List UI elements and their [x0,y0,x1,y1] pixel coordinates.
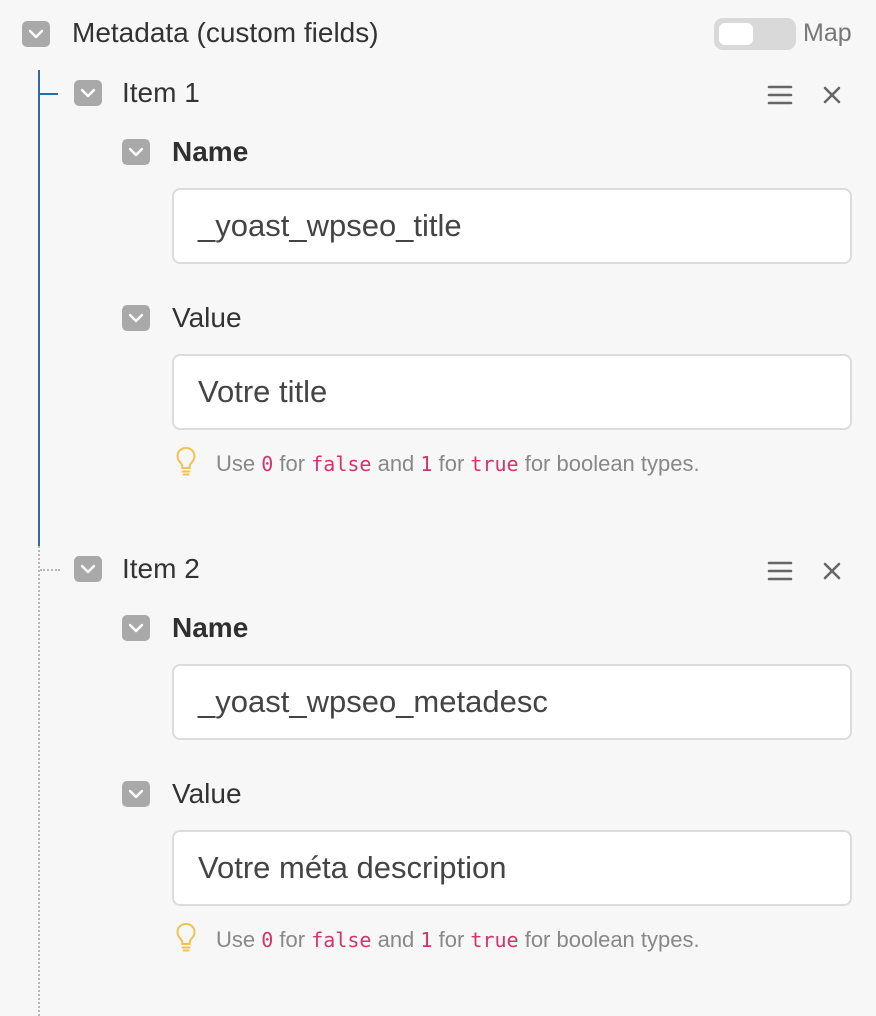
hint-code-false: false [311,928,372,952]
hint-text: for [279,451,306,476]
item-2-name-collapse-toggle[interactable] [122,615,150,641]
chevron-down-icon [81,88,95,98]
hint-text: and [377,451,415,476]
drag-handle-icon[interactable] [765,80,795,110]
item-2-boolean-hint: Use 0 for false and 1 for true for boole… [216,927,700,953]
item-2-value-input[interactable]: Votre méta description [172,830,852,906]
tree-branch-active [40,93,58,95]
map-toggle-label: Map [803,19,852,47]
item-1-label: Item 1 [122,77,200,108]
item-2-label: Item 2 [122,553,200,584]
hint-text: and [377,927,415,952]
hint-code-zero: 0 [261,928,274,952]
hint-text: Use [216,927,256,952]
close-icon[interactable] [817,556,847,586]
chevron-down-icon [29,29,43,39]
item-1-collapse-toggle[interactable] [74,80,102,106]
item-2-collapse-toggle[interactable] [74,556,102,582]
toggle-knob [719,23,753,45]
item-1-value-collapse-toggle[interactable] [122,305,150,331]
hint-text: for [279,927,306,952]
map-toggle[interactable] [714,18,796,50]
item-1-value-label: Value [172,302,242,333]
hint-code-one: 1 [420,928,433,952]
section-title: Metadata (custom fields) [72,17,379,48]
metadata-collapse-toggle[interactable] [22,21,50,47]
item-1-boolean-hint: Use 0 for false and 1 for true for boole… [216,451,700,477]
item-2-name-label: Name [172,612,249,643]
tree-branch [40,569,60,571]
item-1-name-collapse-toggle[interactable] [122,139,150,165]
chevron-down-icon [129,313,143,323]
item-2-value-label: Value [172,778,242,809]
chevron-down-icon [129,789,143,799]
hint-text: Use [216,451,256,476]
hint-text: for boolean types. [524,927,700,952]
hint-text: for boolean types. [524,451,700,476]
tree-line [38,546,40,1016]
hint-text: for [438,451,465,476]
close-icon[interactable] [817,80,847,110]
hint-text: for [438,927,465,952]
item-1-name-input[interactable]: _yoast_wpseo_title [172,188,852,264]
hint-code-true: true [470,928,519,952]
hint-code-true: true [470,452,519,476]
chevron-down-icon [81,564,95,574]
tree-line-active [38,70,40,546]
lightbulb-icon [176,922,196,952]
metadata-panel: Metadata (custom fields) Map Item 1 Name… [0,0,876,1016]
item-1-value-input[interactable]: Votre title [172,354,852,430]
drag-handle-icon[interactable] [765,556,795,586]
hint-code-zero: 0 [261,452,274,476]
lightbulb-icon [176,446,196,476]
hint-code-false: false [311,452,372,476]
item-1-name-label: Name [172,136,249,167]
item-2-name-input[interactable]: _yoast_wpseo_metadesc [172,664,852,740]
hint-code-one: 1 [420,452,433,476]
chevron-down-icon [129,623,143,633]
item-2-value-collapse-toggle[interactable] [122,781,150,807]
chevron-down-icon [129,147,143,157]
